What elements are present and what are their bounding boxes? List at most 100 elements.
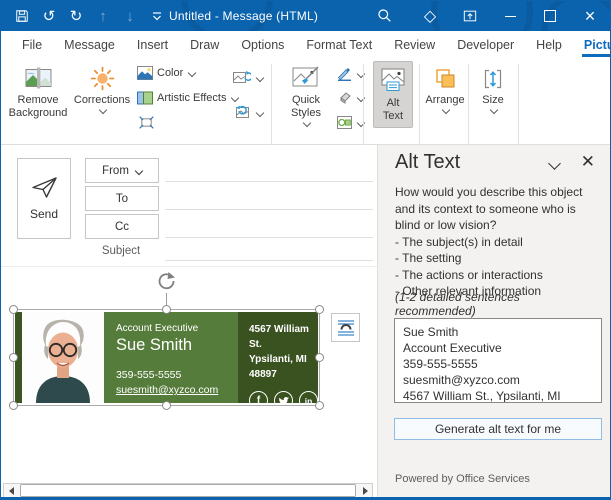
linkedin-icon: in bbox=[299, 391, 318, 403]
to-field[interactable] bbox=[165, 208, 373, 210]
picture-border-button[interactable] bbox=[337, 66, 364, 81]
window-title: Untitled - Message (HTML) bbox=[169, 1, 318, 31]
cc-button[interactable]: Cc bbox=[85, 214, 159, 239]
email-signature-image[interactable]: Account Executive Sue Smith 359-555-5555… bbox=[15, 312, 318, 403]
resize-handle-bottom-center[interactable] bbox=[162, 401, 171, 410]
pane-bullet-1: - The subject(s) in detail bbox=[395, 234, 601, 251]
subject-label: Subject bbox=[85, 245, 157, 257]
pane-description: How would you describe this object and i… bbox=[395, 184, 601, 300]
pane-bullet-3: - The actions or interactions bbox=[395, 267, 601, 284]
pane-collapse-icon[interactable] bbox=[548, 157, 561, 170]
header-body-divider bbox=[1, 266, 377, 267]
remove-background-icon bbox=[25, 61, 52, 91]
alt-text-pane: Alt Text ✕ How would you describe this o… bbox=[377, 145, 611, 498]
redo-icon[interactable]: ↻ bbox=[67, 7, 85, 25]
scroll-left-icon bbox=[9, 487, 14, 495]
coming-soon-icon[interactable]: ◇ bbox=[410, 1, 450, 31]
customize-quick-access-icon[interactable] bbox=[148, 7, 166, 25]
size-dropdown-icon bbox=[490, 106, 498, 114]
picture-effects-button[interactable] bbox=[337, 91, 364, 104]
from-field[interactable] bbox=[165, 180, 373, 182]
tab-format-text[interactable]: Format Text bbox=[295, 31, 383, 58]
maximize-icon bbox=[544, 10, 556, 22]
from-label: From bbox=[102, 165, 129, 177]
tab-file[interactable]: File bbox=[11, 31, 53, 58]
horizontal-scrollbar[interactable] bbox=[3, 483, 373, 498]
tab-developer[interactable]: Developer bbox=[446, 31, 525, 58]
resize-handle-middle-left[interactable] bbox=[9, 353, 18, 362]
card-address-line2: Ypsilanti, MI bbox=[249, 352, 318, 367]
to-label: To bbox=[116, 193, 128, 205]
cc-label: Cc bbox=[115, 221, 129, 233]
minimize-icon bbox=[505, 16, 516, 17]
facebook-icon: f bbox=[249, 391, 268, 403]
color-icon bbox=[137, 66, 153, 80]
quick-access-toolbar: ↺ ↻ ↑ ↓ bbox=[13, 1, 166, 31]
remove-background-button[interactable]: Remove Background bbox=[7, 61, 69, 120]
tab-draw[interactable]: Draw bbox=[179, 31, 230, 58]
generate-alt-text-button[interactable]: Generate alt text for me bbox=[394, 418, 602, 440]
layout-options-button[interactable] bbox=[331, 313, 360, 342]
cc-field[interactable] bbox=[165, 236, 373, 238]
corrections-button[interactable]: Corrections bbox=[73, 61, 131, 113]
reset-picture-button[interactable] bbox=[233, 105, 263, 120]
to-button[interactable]: To bbox=[85, 186, 159, 211]
close-button[interactable]: × bbox=[570, 1, 610, 31]
move-up-icon: ↑ bbox=[94, 7, 112, 25]
scroll-right-arrow[interactable] bbox=[358, 484, 372, 497]
rotate-handle-icon[interactable] bbox=[154, 271, 178, 298]
pane-close-icon[interactable]: ✕ bbox=[581, 152, 595, 172]
resize-handle-middle-right[interactable] bbox=[315, 353, 324, 362]
color-button[interactable]: Color bbox=[137, 66, 195, 80]
resize-handle-top-left[interactable] bbox=[9, 305, 18, 314]
move-down-icon: ↓ bbox=[121, 7, 139, 25]
pane-footer: Powered by Office Services bbox=[395, 473, 530, 485]
save-icon[interactable] bbox=[13, 7, 31, 25]
send-button[interactable]: Send bbox=[17, 158, 71, 239]
tab-help[interactable]: Help bbox=[525, 31, 573, 58]
tab-message[interactable]: Message bbox=[53, 31, 126, 58]
resize-handle-bottom-right[interactable] bbox=[315, 401, 324, 410]
subject-field[interactable] bbox=[165, 259, 373, 261]
tab-options[interactable]: Options bbox=[230, 31, 295, 58]
resize-handle-top-center[interactable] bbox=[162, 305, 171, 314]
undo-icon[interactable]: ↺ bbox=[40, 7, 58, 25]
change-picture-button[interactable] bbox=[233, 70, 263, 85]
tab-review[interactable]: Review bbox=[383, 31, 446, 58]
size-button[interactable]: Size bbox=[473, 61, 513, 113]
resize-handle-bottom-left[interactable] bbox=[9, 401, 18, 410]
maximize-button[interactable] bbox=[530, 1, 570, 31]
color-label: Color bbox=[157, 67, 183, 79]
quick-styles-button[interactable]: Quick Styles bbox=[279, 61, 333, 126]
artistic-effects-label: Artistic Effects bbox=[157, 92, 226, 104]
tab-picture-format[interactable]: Picture Format bbox=[573, 31, 611, 58]
minimize-button[interactable] bbox=[490, 1, 530, 31]
tab-insert[interactable]: Insert bbox=[126, 31, 179, 58]
ribbon-display-options-icon[interactable] bbox=[450, 1, 490, 31]
corrections-icon bbox=[90, 61, 115, 91]
quick-styles-dropdown-icon bbox=[303, 119, 311, 127]
arrange-button[interactable]: Arrange bbox=[423, 61, 467, 113]
alt-text-button[interactable]: Alt Text bbox=[373, 61, 413, 128]
reset-picture-dropdown-icon bbox=[256, 108, 264, 116]
scrollbar-thumb[interactable] bbox=[20, 484, 356, 497]
outlook-message-window: ↺ ↻ ↑ ↓ Untitled - Message (HTML) ◇ × Fi… bbox=[0, 0, 611, 500]
send-icon bbox=[31, 176, 58, 199]
artistic-effects-button[interactable]: Artistic Effects bbox=[137, 91, 238, 105]
picture-layout-button[interactable] bbox=[337, 116, 364, 129]
layout-options-icon bbox=[337, 319, 355, 337]
artistic-effects-dropdown-icon bbox=[231, 94, 239, 102]
compress-pictures-button[interactable] bbox=[139, 116, 154, 129]
from-button[interactable]: From bbox=[85, 158, 159, 183]
resize-handle-top-right[interactable] bbox=[315, 305, 324, 314]
window-controls: ◇ × bbox=[410, 1, 610, 31]
picture-border-icon bbox=[337, 66, 352, 81]
reset-picture-icon bbox=[233, 105, 251, 120]
search-icon[interactable] bbox=[377, 8, 392, 28]
quick-styles-label: Quick Styles bbox=[279, 94, 333, 120]
headshot-photo bbox=[22, 312, 104, 403]
scroll-left-arrow[interactable] bbox=[4, 484, 18, 497]
pane-bullet-2: - The setting bbox=[395, 250, 601, 267]
send-label: Send bbox=[30, 207, 58, 221]
alt-text-input[interactable]: Sue Smith Account Executive 359-555-5555… bbox=[394, 318, 602, 403]
